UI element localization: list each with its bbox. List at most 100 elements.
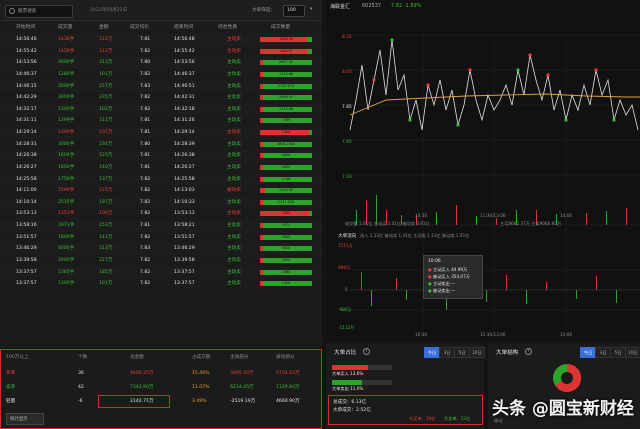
deal-qty-bar: 1420 9 <box>260 48 312 54</box>
table-row[interactable]: 13:37:57 1300手 101万 7.82 13:37:57 主动卖 1300 <box>0 278 322 290</box>
bar-label: 1971 <box>281 223 291 228</box>
col-type[interactable]: 综合性质 <box>218 22 237 34</box>
tooltip-row: ● 主动买入 44.99万 <box>428 267 468 272</box>
summary-name-cell: 买单 <box>6 371 16 376</box>
amount-cell: 141万 <box>99 234 113 240</box>
table-row[interactable]: 14:25:58 1756手 137万 7.82 14:25:58 主动卖 1756 <box>0 173 322 186</box>
type-cell: 主动卖 <box>227 71 241 77</box>
tooltip-label: 被动买入 <box>433 274 450 279</box>
end-time-cell: 14:55:42 <box>174 48 195 54</box>
volume-cell: 2900手 <box>58 257 75 263</box>
summary-active-cell: 3695.40万 <box>230 371 254 376</box>
tab-today[interactable]: 今日 <box>580 347 596 358</box>
table-row[interactable]: 14:28:31 3000手 234万 7.80 14:28:39 主动卖 1806 294… <box>0 139 322 151</box>
col-deal-qty[interactable]: 成交数量 <box>271 22 290 34</box>
table-row[interactable]: 14:53:56 4000手 313万 7.80 14:53:56 主动卖 2097 42 <box>0 57 322 69</box>
bar-label: 2365 <box>281 269 291 274</box>
x-label: 10:30 <box>415 213 428 218</box>
col-volume[interactable]: 成交量 <box>58 22 72 34</box>
start-time-cell: 14:26:38 <box>16 153 37 159</box>
deal-qty-bar: 2900 <box>260 257 312 263</box>
filter-select[interactable]: 100 <box>283 5 305 17</box>
col-start-time[interactable]: 开始时间 <box>16 22 35 34</box>
avg-price-cell: 7.83 <box>140 83 151 89</box>
price-chart[interactable] <box>326 10 640 340</box>
volume-cell: 1604手 <box>58 153 75 159</box>
help-icon[interactable]: ? <box>363 348 370 355</box>
end-time-cell: 13:37:57 <box>174 281 195 287</box>
sell-fill <box>332 380 362 385</box>
bar-label: 1756 <box>281 176 291 181</box>
table-row[interactable]: 14:11:00 1599手 125万 7.82 14:13:03 被动买 1534 65 <box>0 185 322 197</box>
table-row[interactable]: 14:29:14 1300手 101万 7.81 14:29:14 主动买 1300 <box>0 127 322 139</box>
start-time-cell: 14:28:31 <box>16 141 37 147</box>
table-row[interactable]: 13:39:58 2900手 227万 7.82 13:39:58 主动卖 2900 <box>0 255 322 267</box>
volume-cell: 1429手 <box>58 48 75 54</box>
type-cell: 主动卖 <box>227 153 241 159</box>
tab-5d[interactable]: 5日 <box>454 347 470 358</box>
bar-label: 2311 204 <box>277 199 295 204</box>
stock-search-input[interactable]: 股票搜索 <box>5 5 73 18</box>
tab-3d[interactable]: 3日 <box>439 347 455 358</box>
stock-name: 海联金汇 <box>330 4 351 10</box>
bar-label: 1806 2940 <box>276 141 296 146</box>
amount-cell: 137万 <box>99 176 113 182</box>
start-time-cell: 14:25:58 <box>16 176 37 182</box>
bar-label: 1608 26 <box>278 37 294 41</box>
table-row[interactable]: 13:46:29 4000手 313万 7.83 13:46:29 主动卖 4000 <box>0 243 322 255</box>
chevron-down-icon[interactable]: ▾ <box>310 7 312 12</box>
col-end-time[interactable]: 结束时间 <box>174 22 193 34</box>
sell-ratio-bar <box>332 380 392 385</box>
amount-cell: 234万 <box>99 141 113 147</box>
tab-10d[interactable]: 10日 <box>625 347 640 358</box>
table-row[interactable]: 14:42:29 3000手 235万 7.82 14:42:31 主动卖 2856 41 <box>0 92 322 104</box>
table-row[interactable]: 13:51:57 1800手 141万 7.82 13:51:57 主动卖 1800 <box>0 232 322 244</box>
table-row[interactable]: 14:31:11 1399手 111万 7.81 14:31:26 主动卖 1399 <box>0 115 322 127</box>
volume-cell: 1280手 <box>58 71 75 77</box>
table-row[interactable]: 14:10:14 2515手 197万 7.82 14:10:33 主动卖 2311 204 <box>0 196 322 209</box>
bar-label: 1800 <box>281 164 291 169</box>
tab-10d[interactable]: 10日 <box>469 347 485 358</box>
table-row[interactable]: 14:26:27 1800手 140万 7.81 14:26:27 主动卖 1800 <box>0 162 322 174</box>
table-row[interactable]: 14:46:37 1280手 101万 7.82 14:46:37 主动卖 1214 66 <box>0 69 322 81</box>
summary-amount-cell: 7343.90万 <box>130 385 154 390</box>
total-turnover: 总成交：6.13亿 <box>333 400 367 405</box>
table-row[interactable]: 14:56:46 1436手 112万 7.81 14:56:48 主动买 1608 26 <box>0 34 322 46</box>
end-time-cell: 14:56:48 <box>174 37 195 42</box>
type-cell: 主动卖 <box>227 118 241 124</box>
tab-5d[interactable]: 5日 <box>610 347 626 358</box>
table-row[interactable]: 13:58:16 1971手 153万 7.81 13:58:21 主动卖 1971 <box>0 220 322 232</box>
end-time-cell: 14:13:03 <box>174 188 195 194</box>
start-time-cell: 13:39:58 <box>16 257 37 263</box>
table-row[interactable]: 14:32:17 1300手 102万 7.82 14:32:18 主动卖 1214 86 <box>0 103 322 116</box>
table-row[interactable]: 13:37:57 2365手 185万 7.82 13:37:57 主动卖 2365 <box>0 266 322 279</box>
col-avg-price[interactable]: 成交均价 <box>130 22 149 34</box>
tab-3d[interactable]: 3日 <box>595 347 611 358</box>
col-amount[interactable]: 金额 <box>99 22 109 34</box>
help-icon[interactable]: ? <box>525 348 532 355</box>
avg-price-cell: 7.81 <box>140 153 151 159</box>
tab-today[interactable]: 今日 <box>424 347 440 358</box>
stat-display-button[interactable]: 统计显示 <box>6 413 44 425</box>
amount-cell: 106万 <box>99 211 113 217</box>
volume-cell: 1800手 <box>58 234 75 240</box>
panel-title: 大单结构 <box>496 350 519 356</box>
end-time-cell: 14:46:51 <box>174 83 195 89</box>
avg-price-cell: 7.83 <box>140 246 151 252</box>
date-label: 2023年09月22日 <box>90 8 128 13</box>
bar-label: 1420 9 <box>280 48 292 53</box>
end-time-cell: 13:37:57 <box>174 269 195 275</box>
table-row[interactable]: 14:26:38 1604手 125万 7.81 14:26:38 主动卖 1604 <box>0 150 322 162</box>
table-row[interactable]: 14:46:15 2000手 157万 7.83 14:46:51 主动卖 2722 213 <box>0 80 322 93</box>
summary-active-cell: -2519.19万 <box>230 399 256 404</box>
tooltip-row: ● 被动买入 354.07万 <box>428 274 470 279</box>
table-row[interactable]: 13:53:13 1353手 106万 7.82 13:53:13 主动买 1353 <box>0 208 322 220</box>
end-time-cell: 13:46:29 <box>174 246 195 252</box>
avg-price-cell: 7.81 <box>140 118 151 124</box>
y-label: 7.65 <box>342 140 352 145</box>
table-row[interactable]: 14:55:42 1429手 112万 7.82 14:55:42 主动买 1420 9 <box>0 46 322 58</box>
type-cell: 主动卖 <box>227 223 241 229</box>
bar-label: 1800 <box>281 234 291 239</box>
avg-price-cell: 7.82 <box>140 234 151 240</box>
buy-fill <box>332 365 368 370</box>
